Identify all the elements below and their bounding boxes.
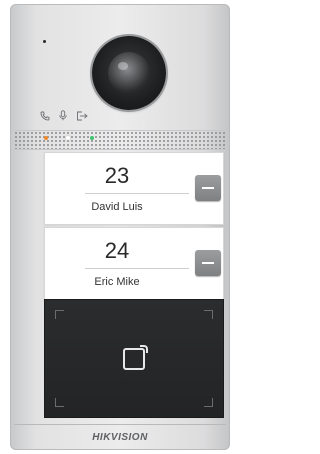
call-button[interactable] xyxy=(195,250,221,276)
room-number: 23 xyxy=(104,163,130,188)
call-status-led xyxy=(44,136,48,140)
unlock-status-led xyxy=(90,136,94,140)
divider xyxy=(85,193,189,194)
resident-name: Eric Mike xyxy=(94,276,140,288)
microphone-hole xyxy=(43,40,46,43)
door-exit-icon xyxy=(76,111,88,121)
base-divider xyxy=(14,424,226,425)
room-number: 24 xyxy=(104,238,130,263)
talk-status-led xyxy=(66,136,70,140)
resident-name: David Luis xyxy=(91,201,143,213)
phone-icon xyxy=(40,111,50,121)
status-indicators xyxy=(40,110,88,121)
camera-lens xyxy=(108,52,150,94)
call-button[interactable] xyxy=(195,175,221,201)
camera-icon xyxy=(92,36,166,110)
call-button-module-2[interactable]: 24 Eric Mike xyxy=(44,227,224,300)
door-station-panel: 23 David Luis 24 Eric Mike HIKVISION xyxy=(10,4,230,450)
call-button-module-1[interactable]: 23 David Luis xyxy=(44,152,224,225)
card-reader-module[interactable] xyxy=(44,299,224,418)
card-swipe-icon xyxy=(123,345,148,370)
divider xyxy=(85,268,189,269)
speaker-grille xyxy=(14,130,226,150)
brand-logo: HIKVISION xyxy=(92,432,148,443)
microphone-icon xyxy=(58,110,68,121)
